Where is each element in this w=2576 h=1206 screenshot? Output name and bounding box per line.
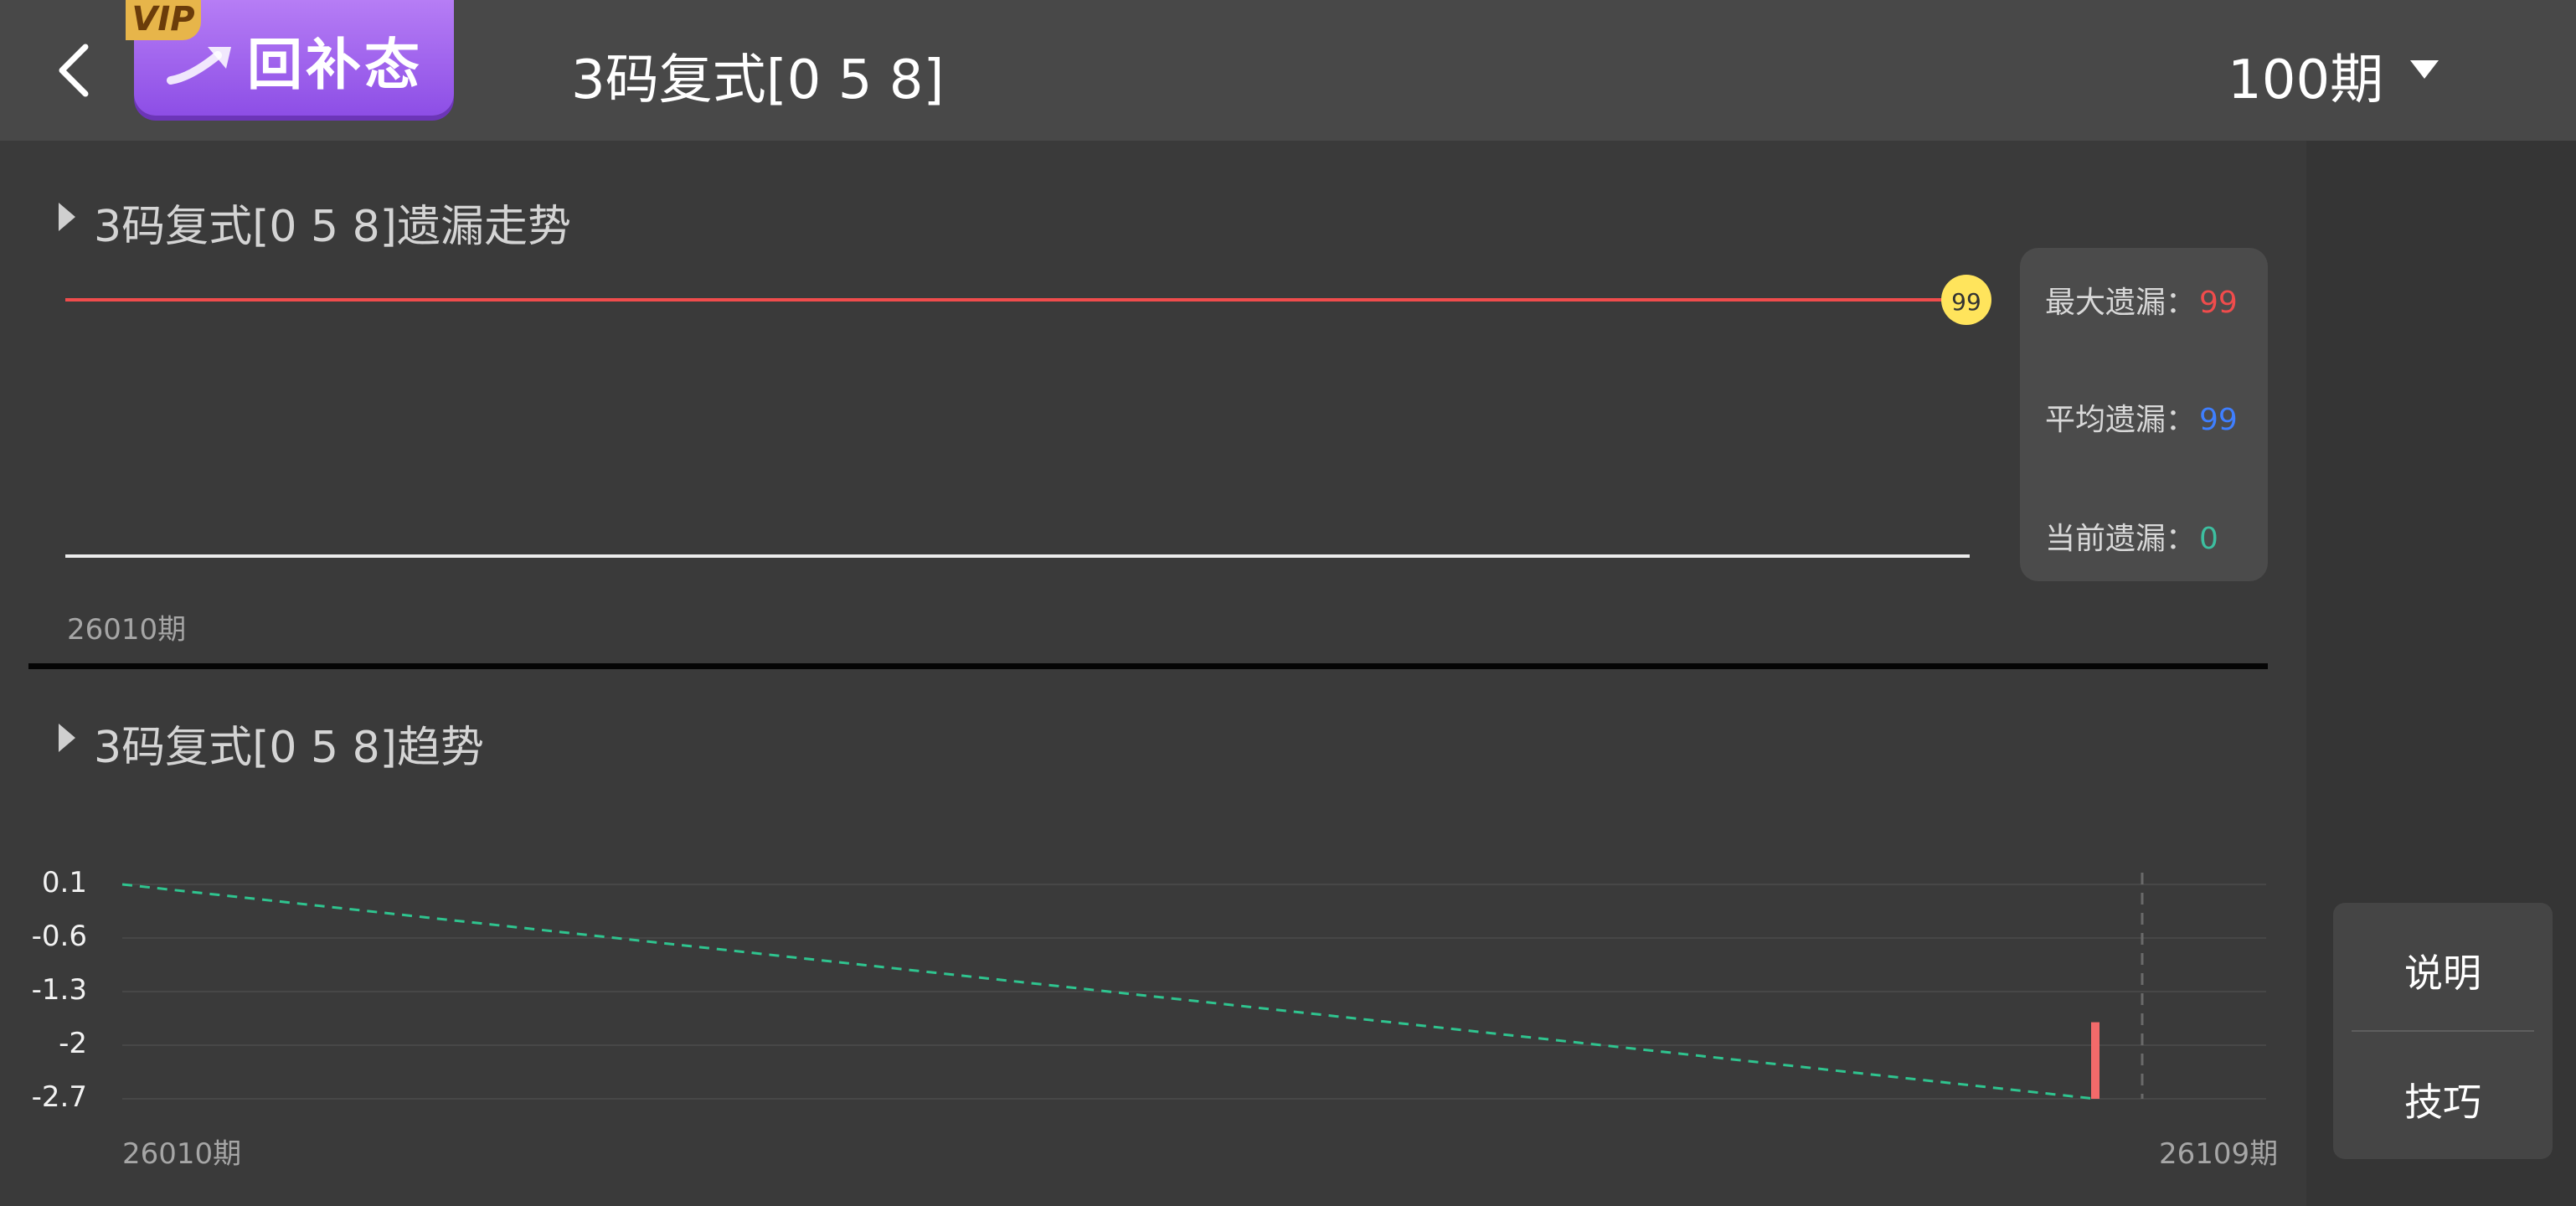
period-dropdown[interactable]: 100期 bbox=[2228, 37, 2439, 111]
omission-x-start-label: 26010期 bbox=[67, 613, 187, 647]
tips-button[interactable]: 技巧 bbox=[2333, 1072, 2553, 1127]
avg-omission-label: 平均遗漏： bbox=[2045, 403, 2197, 437]
chevron-left-icon bbox=[59, 44, 89, 97]
max-omission-value: 99 bbox=[2199, 286, 2238, 320]
trend-x-end-label: 26109期 bbox=[2159, 1137, 2279, 1171]
section-separator bbox=[28, 663, 2268, 669]
current-omission-label: 当前遗漏： bbox=[2045, 522, 2197, 556]
trend-section-heading[interactable]: 3码复式[0 5 8]趋势 bbox=[94, 712, 484, 775]
trend-chart bbox=[121, 873, 2266, 1100]
avg-omission-value: 99 bbox=[2199, 403, 2238, 437]
explain-button[interactable]: 说明 bbox=[2333, 943, 2553, 998]
caret-down-icon bbox=[2410, 60, 2439, 79]
trend-bar bbox=[2091, 1022, 2099, 1099]
triangle-right-icon[interactable] bbox=[59, 724, 75, 752]
back-button[interactable] bbox=[42, 34, 109, 107]
page-title: 3码复式[0 5 8] bbox=[571, 49, 945, 111]
vip-label: 回补态 bbox=[247, 33, 423, 97]
omission-section-heading[interactable]: 3码复式[0 5 8]遗漏走势 bbox=[94, 191, 571, 254]
marker-value: 99 bbox=[1951, 288, 1981, 316]
omission-stats: 最大遗漏： 99 平均遗漏： 99 当前遗漏： 0 bbox=[2020, 248, 2268, 581]
trend-arrow-icon bbox=[167, 47, 231, 85]
triangle-right-icon[interactable] bbox=[59, 203, 75, 231]
period-label: 100期 bbox=[2228, 49, 2384, 111]
max-omission-label: 最大遗漏： bbox=[2045, 286, 2197, 320]
help-panel: 说明 技巧 bbox=[2333, 903, 2553, 1159]
trend-x-start-label: 26010期 bbox=[122, 1137, 242, 1171]
avg-omission-stat: 平均遗漏： 99 bbox=[2045, 395, 2238, 439]
vip-tag: VIP bbox=[126, 0, 201, 40]
omission-chart: 99 bbox=[65, 275, 1991, 558]
max-omission-stat: 最大遗漏： 99 bbox=[2045, 278, 2238, 322]
divider bbox=[2352, 1030, 2534, 1032]
current-omission-stat: 当前遗漏： 0 bbox=[2045, 514, 2218, 558]
current-omission-value: 0 bbox=[2199, 522, 2218, 556]
